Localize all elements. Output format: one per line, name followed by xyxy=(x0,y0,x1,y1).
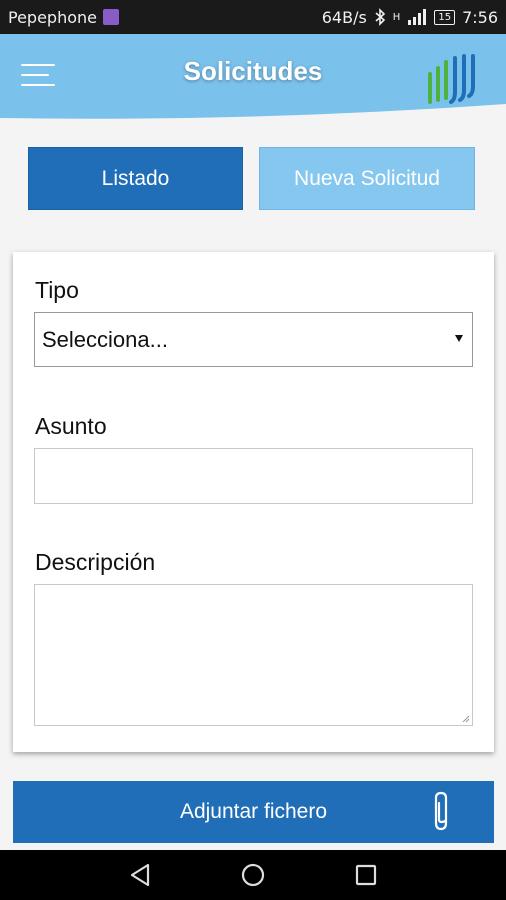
status-bar: Pepephone 64B/s H 15 7:56 xyxy=(0,0,506,34)
network-speed: 64B/s xyxy=(321,7,367,27)
hamburger-menu-icon[interactable] xyxy=(21,64,57,92)
status-icons: 64B/s H 15 7:56 xyxy=(322,8,498,27)
asunto-label: Asunto xyxy=(35,413,107,439)
tipo-select[interactable]: Selecciona... xyxy=(34,312,473,367)
attach-file-label: Adjuntar fichero xyxy=(179,800,328,823)
network-type: H xyxy=(392,11,401,23)
android-nav-bar xyxy=(0,850,506,900)
dropdown-arrow-icon xyxy=(455,335,463,342)
app-header: Solicitudes xyxy=(0,34,506,124)
descripcion-label: Descripción xyxy=(35,549,156,575)
request-form-card: Tipo Selecciona... Asunto Descripción xyxy=(13,252,494,752)
battery-icon: 15 xyxy=(434,9,456,25)
carrier-group: Pepephone xyxy=(8,8,119,27)
tipo-select-value: Selecciona... xyxy=(42,326,168,352)
notification-app-icon xyxy=(103,9,119,25)
clock: 7:56 xyxy=(462,7,498,27)
back-icon[interactable] xyxy=(128,862,154,888)
brand-logo xyxy=(428,54,475,104)
attach-file-button[interactable]: Adjuntar fichero xyxy=(13,781,494,843)
signal-icon xyxy=(408,9,427,25)
asunto-input[interactable] xyxy=(34,448,473,504)
descripcion-textarea[interactable] xyxy=(34,584,473,726)
resize-grip-icon[interactable] xyxy=(462,715,470,723)
tab-nueva-solicitud[interactable]: Nueva Solicitud xyxy=(259,147,475,210)
recents-icon[interactable] xyxy=(353,862,379,888)
tipo-label: Tipo xyxy=(35,277,79,303)
tab-listado[interactable]: Listado xyxy=(28,147,243,210)
home-icon[interactable] xyxy=(240,862,266,888)
carrier-name: Pepephone xyxy=(8,7,97,27)
bluetooth-icon xyxy=(375,8,385,26)
paperclip-icon xyxy=(434,791,448,831)
